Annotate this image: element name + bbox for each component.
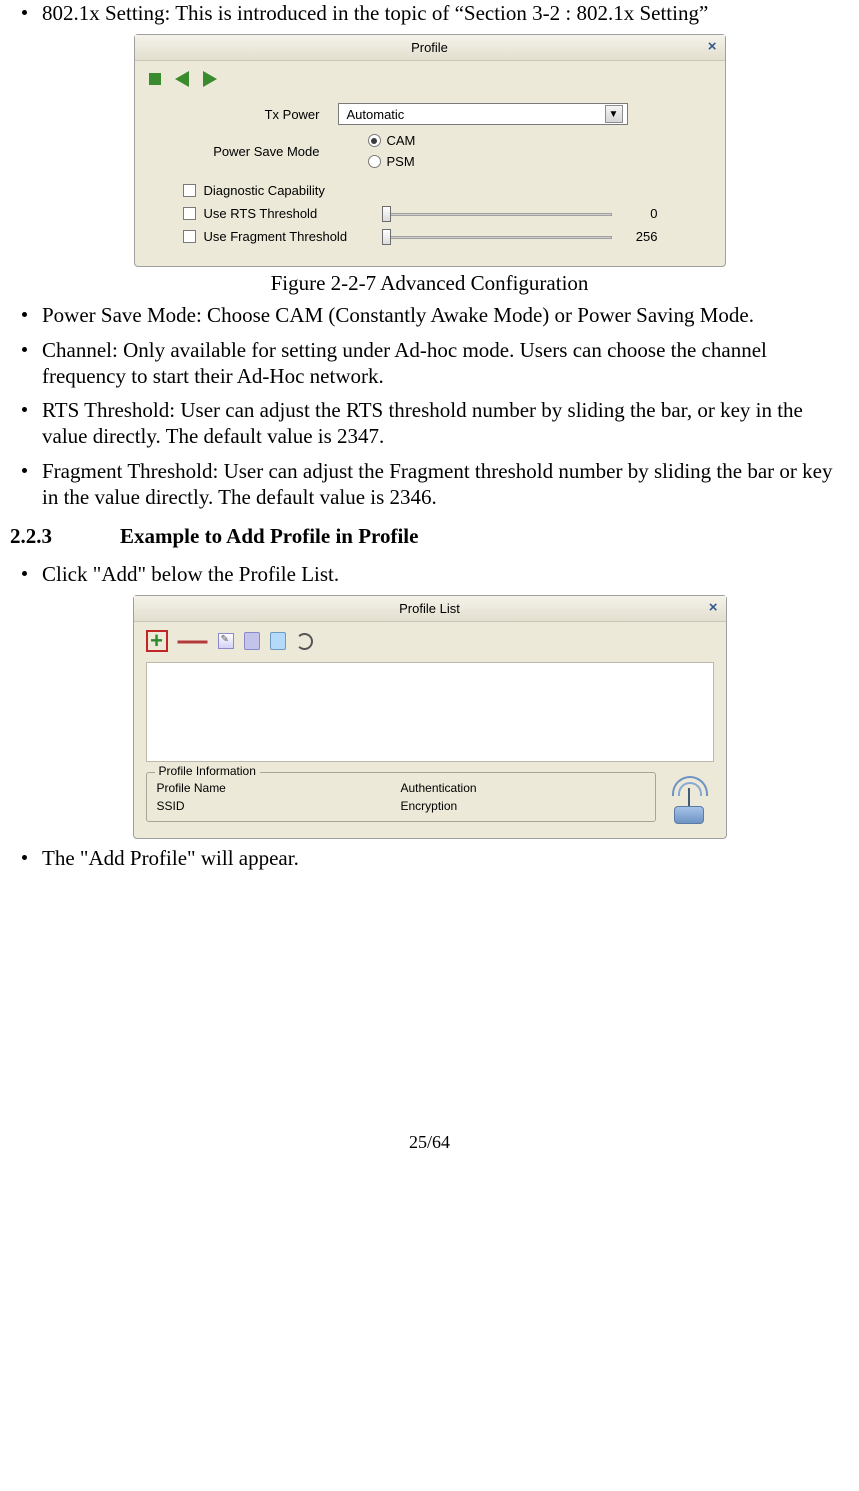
radio-icon [368,155,381,168]
figure-1-wrap: Profile × Tx Power Automatic ▼ Power Sav… [10,34,849,296]
rts-value: 0 [622,206,658,221]
bullet-item: The "Add Profile" will appear. [28,845,849,871]
checkbox-diag-label: Diagnostic Capability [204,183,325,198]
bullet-item: 802.1x Setting: This is introduced in th… [28,0,849,26]
checkbox-icon [183,184,196,197]
close-icon[interactable]: × [708,38,717,55]
bullet-item: Click "Add" below the Profile List. [28,561,849,587]
antenna-icon [666,776,714,824]
checkbox-diagnostic[interactable]: Diagnostic Capability [183,183,707,198]
section-heading: 2.2.3Example to Add Profile in Profile [10,524,849,549]
dialog-title: Profile List [399,601,460,616]
frag-slider[interactable] [382,231,612,243]
tx-power-value: Automatic [347,107,405,122]
radio-icon [368,134,381,147]
close-icon[interactable]: × [709,599,718,616]
checkbox-rts-label: Use RTS Threshold [204,206,374,221]
remove-icon[interactable]: — [178,636,208,646]
radio-cam-label: CAM [387,133,416,148]
chevron-down-icon[interactable]: ▼ [605,105,623,123]
encryption-label: Encryption [401,799,645,813]
add-icon[interactable]: + [146,630,168,652]
profile-information-group: Profile Information Profile Name SSID Au… [146,772,656,822]
profile-info-legend: Profile Information [155,764,260,778]
bullet-item: RTS Threshold: User can adjust the RTS t… [28,397,849,450]
arrow-right-icon[interactable] [203,71,217,87]
bullet-item: Channel: Only available for setting unde… [28,337,849,390]
rts-slider[interactable] [382,208,612,220]
bullet-list-steps-2: The "Add Profile" will appear. [10,845,849,871]
refresh-icon[interactable] [296,633,313,650]
authentication-label: Authentication [401,781,645,795]
dialog-titlebar: Profile List × [134,596,726,622]
ssid-label: SSID [157,799,401,813]
figure-2-wrap: Profile List × + — Profile Information P… [10,595,849,839]
profile-name-label: Profile Name [157,781,401,795]
bullet-list-steps-1: Click "Add" below the Profile List. [10,561,849,587]
bullet-list-mid: Power Save Mode: Choose CAM (Constantly … [10,302,849,510]
profile-list-toolbar: + — [134,622,726,658]
checkbox-icon[interactable] [183,207,196,220]
arrow-left-icon[interactable] [175,71,189,87]
profile-list-dialog: Profile List × + — Profile Information P… [133,595,727,839]
radio-psm[interactable]: PSM [368,154,416,169]
stop-icon[interactable] [149,73,161,85]
tx-power-label: Tx Power [153,107,338,122]
page-number: 25/64 [10,1132,849,1173]
import-icon[interactable] [244,632,260,650]
profile-list-area[interactable] [146,662,714,762]
figure-1-caption: Figure 2-2-7 Advanced Configuration [10,271,849,296]
radio-psm-label: PSM [387,154,415,169]
bullet-list-top: 802.1x Setting: This is introduced in th… [10,0,849,26]
dialog-titlebar: Profile × [135,35,725,61]
export-icon[interactable] [270,632,286,650]
power-save-mode-label: Power Save Mode [153,144,338,159]
bullet-item: Power Save Mode: Choose CAM (Constantly … [28,302,849,328]
dialog-nav-toolbar [135,61,725,93]
edit-icon[interactable] [218,633,234,649]
checkbox-icon[interactable] [183,230,196,243]
section-title: Example to Add Profile in Profile [120,524,418,548]
frag-value: 256 [622,229,658,244]
dialog-title: Profile [411,40,448,55]
tx-power-dropdown[interactable]: Automatic ▼ [338,103,628,125]
radio-cam[interactable]: CAM [368,133,416,148]
section-number: 2.2.3 [10,524,120,549]
checkbox-frag-label: Use Fragment Threshold [204,229,374,244]
bullet-item: Fragment Threshold: User can adjust the … [28,458,849,511]
profile-dialog: Profile × Tx Power Automatic ▼ Power Sav… [134,34,726,267]
